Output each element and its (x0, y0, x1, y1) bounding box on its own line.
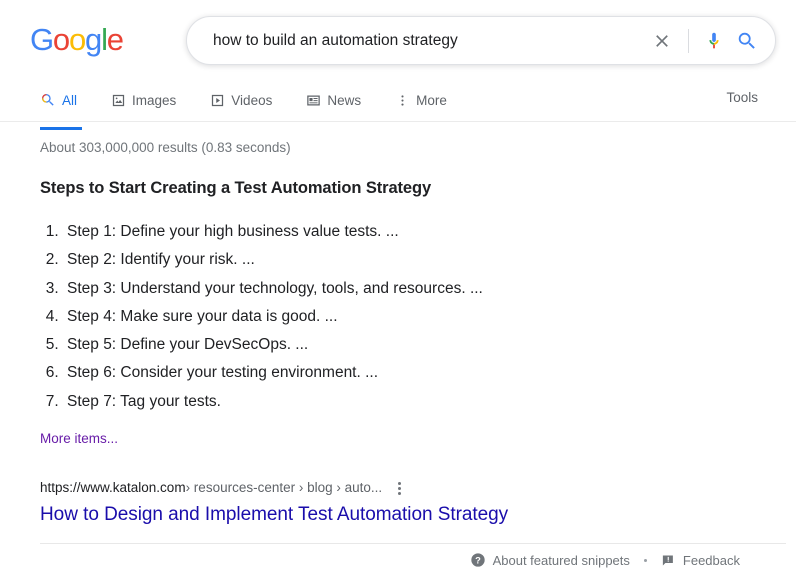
search-tabs: All Images Videos News More (38, 82, 796, 130)
kebab-menu-icon (395, 93, 410, 108)
close-x-icon (656, 34, 668, 47)
search-submit-button[interactable] (735, 17, 775, 64)
tab-label-videos: Videos (231, 92, 273, 108)
snippet-footer: ? About featured snippets Feedback (40, 538, 796, 584)
google-logo[interactable]: Google (30, 22, 124, 58)
tab-label-all: All (62, 92, 78, 108)
result-url-domain[interactable]: https://www.katalon.com (40, 478, 186, 498)
tools-button[interactable]: Tools (726, 90, 758, 105)
feedback-flag-icon (662, 555, 673, 565)
about-featured-snippets-link[interactable]: ? About featured snippets (470, 552, 630, 568)
featured-snippet: Steps to Start Creating a Test Automatio… (40, 179, 796, 528)
tab-news[interactable]: News (306, 82, 377, 118)
image-icon (111, 93, 126, 108)
result-url-breadcrumb: › resources-center › blog › auto... (185, 480, 383, 496)
microphone-icon (709, 32, 719, 48)
logo-letter-g1: G (30, 22, 54, 57)
tab-images[interactable]: Images (111, 82, 192, 118)
search-nav-bar: All Images Videos News More Tools (0, 82, 796, 130)
results-content: About 303,000,000 results (0.83 seconds)… (0, 140, 796, 528)
footer-divider (40, 543, 786, 544)
video-play-icon (210, 93, 225, 108)
feedback-label: Feedback (682, 552, 740, 568)
tab-more[interactable]: More (395, 82, 463, 118)
list-item: Step 2: Identify your risk. ... (63, 246, 796, 274)
tab-label-news: News (327, 92, 362, 108)
search-result: https://www.katalon.com › resources-cent… (40, 478, 796, 528)
active-tab-indicator (40, 127, 82, 130)
search-box[interactable] (186, 16, 776, 65)
magnifier-icon (738, 32, 755, 49)
google-search-results-page: Google how to build an automation strate… (0, 0, 796, 584)
list-item: Step 6: Consider your testing environmen… (63, 359, 796, 387)
tab-label-images: Images (132, 92, 177, 108)
snippet-heading: Steps to Start Creating a Test Automatio… (40, 179, 432, 197)
question-circle-icon: ? (470, 553, 485, 567)
footer-links: ? About featured snippets Feedback (470, 552, 740, 568)
list-item: Step 1: Define your high business value … (63, 218, 796, 246)
snippet-step-list: Step 1: Define your high business value … (40, 218, 796, 416)
result-stats: About 303,000,000 results (0.83 seconds) (40, 140, 291, 155)
feedback-link[interactable]: Feedback (661, 553, 740, 568)
list-item: Step 5: Define your DevSecOps. ... (63, 331, 796, 359)
logo-letter-e: e (106, 22, 124, 57)
search-divider (688, 28, 689, 53)
list-item: Step 3: Understand your technology, tool… (63, 275, 796, 303)
kebab-dot (398, 491, 402, 495)
more-items-link[interactable]: More items... (40, 431, 118, 446)
result-url-line: https://www.katalon.com › resources-cent… (40, 478, 796, 498)
list-item: Step 7: Tag your tests. (63, 388, 796, 416)
magnifier-icon (40, 92, 56, 108)
newspaper-icon (306, 93, 321, 108)
page-header: Google (0, 0, 796, 82)
tab-videos[interactable]: Videos (210, 82, 288, 118)
tab-label-more: More (416, 92, 447, 108)
logo-letter-o2: o (68, 22, 86, 57)
result-title-link[interactable]: How to Design and Implement Test Automat… (40, 502, 796, 528)
svg-text:?: ? (475, 555, 481, 565)
clear-search-button[interactable] (642, 17, 682, 64)
kebab-dot (398, 481, 402, 485)
search-input[interactable] (187, 17, 642, 64)
voice-search-button[interactable] (695, 17, 735, 64)
kebab-dot (398, 486, 402, 490)
footer-separator-dot (643, 558, 647, 562)
about-featured-snippets-label: About featured snippets (492, 552, 630, 568)
logo-letter-o1: o (52, 22, 70, 57)
result-options-menu-icon[interactable] (398, 481, 402, 495)
logo-letter-g2: g (85, 22, 102, 57)
list-item: Step 4: Make sure your data is good. ... (63, 303, 796, 331)
tab-all[interactable]: All (38, 82, 93, 130)
